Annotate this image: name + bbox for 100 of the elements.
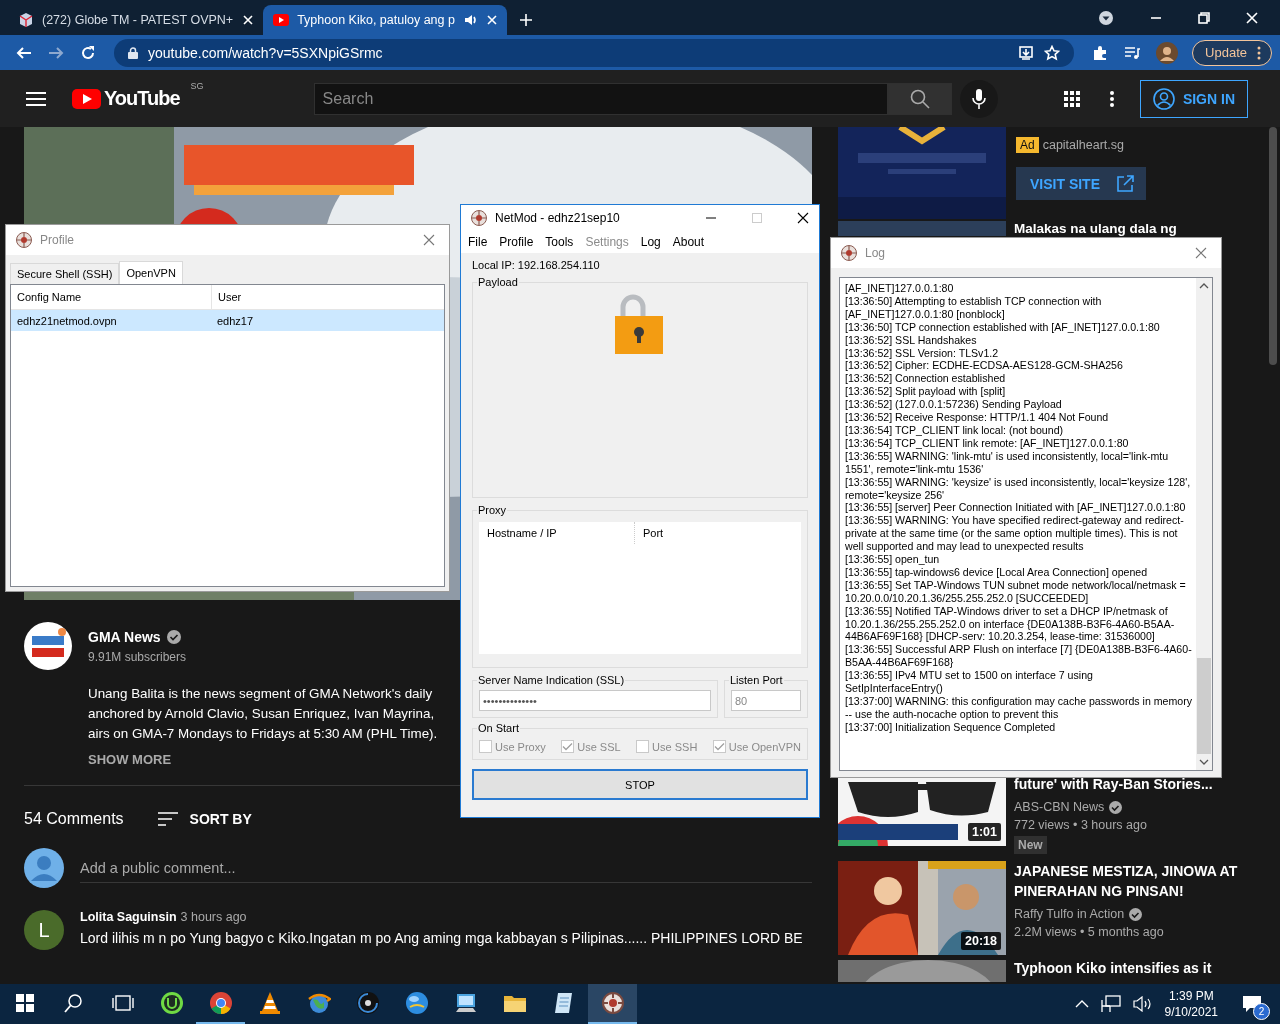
show-more-link[interactable]: SHOW MORE — [88, 752, 172, 767]
video-title[interactable]: Malakas na ulang dala ng — [1014, 221, 1242, 236]
dropdown-icon[interactable] — [1098, 9, 1114, 26]
checkmark-icon — [713, 742, 725, 751]
user-avatar: L — [24, 910, 64, 950]
visit-site-button[interactable]: VISIT SITE — [1016, 167, 1146, 200]
tab[interactable]: OpenVPN — [119, 261, 183, 284]
channel-name[interactable]: GMA News — [88, 629, 161, 645]
video-meta: 2.2M views • 5 months ago — [1014, 925, 1165, 939]
menu-item[interactable]: File — [468, 235, 488, 249]
play-icon — [273, 12, 290, 28]
menu-item[interactable]: Log — [640, 235, 661, 249]
checkmark-icon — [562, 742, 574, 751]
browser-tab[interactable]: (272) Globe TM - PATEST OVPN+ — [8, 5, 264, 35]
channel-avatar-icon[interactable] — [24, 622, 72, 670]
scrollbar-thumb[interactable] — [1269, 127, 1277, 365]
comment-author[interactable]: Lolita Saguinsin — [80, 910, 177, 924]
log-line: [13:36:52] SSL Version: TLSv1.2 — [845, 346, 1000, 360]
subscriber-count: 9.91M subscribers — [88, 650, 188, 664]
comment-count: 54 Comments — [24, 810, 124, 828]
column-header[interactable]: Port — [634, 522, 789, 544]
menu-item[interactable]: Tools — [545, 235, 574, 249]
search-icon — [909, 88, 930, 109]
external-link-icon — [1116, 174, 1134, 193]
new-badge: New — [1014, 836, 1047, 854]
avatar-icon[interactable] — [1156, 41, 1179, 64]
log-line: [13:36:55] Successful ARP Flush on interface [7] {DE0A138B-B3F6-4A60-B5AA-44B6AF69F168} — [845, 643, 1192, 670]
menu-item[interactable]: About — [672, 235, 705, 249]
comment-time[interactable]: 3 hours ago — [180, 910, 247, 924]
microphone-icon — [971, 88, 986, 109]
speaker-icon[interactable] — [462, 13, 477, 27]
more-icon[interactable] — [1109, 90, 1114, 107]
network-icon[interactable] — [1100, 995, 1121, 1013]
puzzle-icon[interactable] — [1092, 44, 1109, 61]
playlist-icon[interactable] — [1124, 44, 1141, 61]
globe-icon — [306, 991, 331, 1015]
chevron-up-icon[interactable] — [1074, 1000, 1089, 1008]
list-row[interactable]: edhz21netmod.ovpn edhz17 — [11, 310, 444, 331]
log-line: [13:36:55] WARNING: You have specified redirect-gateway and redirect-private at the same time (or the same option multiple times). This is not well supported and may lead to unexpected results — [845, 514, 1185, 554]
task-view-icon — [111, 994, 134, 1012]
menu-item[interactable]: Profile — [499, 235, 534, 249]
log-line: [13:36:52] Connection established — [845, 372, 1007, 386]
comment-text: Lord ilihis m n po Yung bagyo c Kiko.Ingatan m po Ang aming mga kabbayan s Pilipinas...... PHILIPPINES LORD BE — [80, 930, 803, 946]
channel-name[interactable]: Raffy Tulfo in Action — [1014, 907, 1125, 921]
video-title[interactable]: Typhoon Kiko intensifies as it — [1014, 960, 1242, 976]
video-title[interactable]: JAPANESE MESTIZA, JINOWA AT PINERAHAN NG PINSAN! — [1014, 861, 1242, 901]
tab[interactable]: Secure Shell (SSH) — [10, 263, 120, 284]
scrollbar-thumb[interactable] — [1197, 658, 1211, 754]
menu-icon[interactable] — [26, 90, 46, 107]
column-header[interactable]: User — [211, 285, 441, 309]
back-icon[interactable] — [16, 44, 32, 61]
app-icon — [16, 232, 32, 248]
sni-field[interactable]: •••••••••••••• — [479, 690, 711, 711]
logo-icon[interactable] — [72, 88, 101, 109]
log-line: [13:36:50] TCP connection established with [AF_INET]127.0.0.1:80 — [845, 320, 1161, 334]
forward-icon[interactable] — [48, 44, 64, 61]
description-text: airs on GMA-7 Mondays to Fridays at 5:30 AM (PHL Time). — [88, 725, 439, 743]
lock-icon — [128, 46, 138, 59]
log-line: [13:36:55] WARNING: 'link-mtu' is used inconsistently, local='link-mtu 1551', remote='link-mtu 1536' — [845, 449, 1170, 476]
notifications-button[interactable]: 2 — [1232, 984, 1272, 1024]
close-icon[interactable] — [797, 212, 809, 224]
clock[interactable]: 1:39 PM 9/10/2021 — [1164, 984, 1218, 1024]
address-bar[interactable]: youtube.com/watch?v=5SXNpiGSrmc — [114, 38, 1075, 67]
log-line: [13:36:54] TCP_CLIENT link remote: [AF_INET]127.0.0.1:80 — [845, 436, 1130, 450]
search-field[interactable]: Search — [313, 82, 888, 115]
sort-button[interactable]: SORT BY — [157, 811, 252, 827]
sign-in-button[interactable]: SIGN IN — [1139, 79, 1248, 118]
apps-grid-icon[interactable] — [1063, 90, 1080, 107]
log-line: [13:36:50] Attempting to establish TCP connection with [AF_INET]127.0.0.1:80 [nonblock] — [845, 294, 1103, 321]
log-line: [13:36:55] Set TAP-Windows TUN subnet mode network/local/netmask = 10.20.0.0/10.20.1.36/255.255.252.0 [SUCCEEDED] — [845, 578, 1187, 605]
traffic-cone-icon — [257, 991, 282, 1015]
gear-icon — [600, 991, 625, 1015]
channel-name[interactable]: ABS-CBN News — [1014, 800, 1105, 814]
video-title[interactable]: future' with Ray-Ban Stories... — [1014, 774, 1242, 794]
comment-field[interactable]: Add a public comment... — [80, 853, 812, 883]
install-icon[interactable] — [1018, 44, 1035, 61]
new-tab-icon[interactable] — [518, 13, 533, 27]
log-line: [13:37:00] WARNING: this configuration may cache passwords in memory -- use the auth-nocache option to prevent this — [845, 695, 1192, 721]
window-title: Profile — [40, 233, 74, 247]
volume-icon[interactable] — [1132, 996, 1153, 1012]
log-line: [13:36:55] IPv4 MTU set to 1500 on interface 7 using SetIpInterfaceEntry() — [845, 669, 1094, 695]
column-header[interactable]: Hostname / IP — [479, 522, 634, 544]
column-header[interactable]: Config Name — [11, 285, 211, 309]
stop-button[interactable]: STOP — [472, 769, 808, 800]
reload-icon[interactable] — [80, 44, 96, 61]
scroll-up-icon[interactable] — [1199, 283, 1209, 289]
taskbar-button[interactable] — [588, 984, 637, 1024]
star-icon[interactable] — [1044, 44, 1061, 61]
app-icon — [841, 245, 857, 261]
restore-icon[interactable] — [1198, 11, 1210, 24]
sort-icon — [157, 812, 178, 826]
port-field[interactable]: 80 — [731, 690, 801, 711]
scroll-down-icon[interactable] — [1199, 759, 1209, 765]
group-label: Server Name Indication (SSL) — [477, 674, 626, 686]
log-line: [13:36:55] WARNING: 'keysize' is used inconsistently, local='keysize 128', remote='keysize 256' — [845, 475, 1192, 502]
browser-tab[interactable]: Typhoon Kiko, patuloy ang p — [263, 5, 507, 35]
logo-text[interactable]: YouTube — [104, 86, 180, 110]
avatar-icon — [24, 848, 64, 888]
search-button[interactable] — [887, 82, 952, 115]
update-button[interactable]: Update — [1192, 39, 1272, 66]
